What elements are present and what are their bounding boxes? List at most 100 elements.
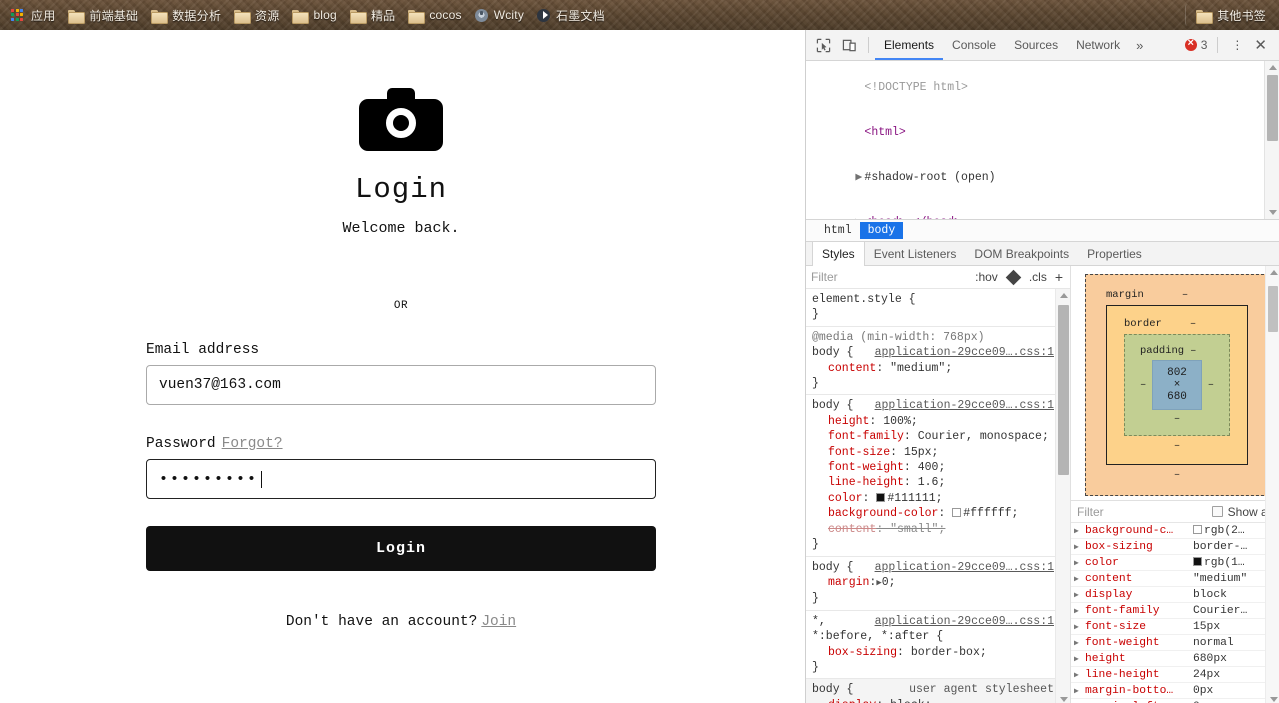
dom-node[interactable]: <!DOCTYPE html> xyxy=(814,65,1279,110)
expand-arrow-icon[interactable]: ▶ xyxy=(1074,638,1085,648)
computed-property-row[interactable]: ▶ margin-left 0px xyxy=(1071,699,1279,703)
css-rule[interactable]: body { application-29cce09….css:1 height… xyxy=(806,395,1070,557)
css-property[interactable]: content xyxy=(812,522,876,537)
computed-property-row[interactable]: ▶ background-c… rgb(2… xyxy=(1071,523,1279,539)
css-value[interactable]: border-box; xyxy=(911,646,987,659)
scroll-up-icon[interactable] xyxy=(1060,293,1068,298)
css-declaration[interactable]: display: block; xyxy=(812,698,1070,703)
css-selector-continued[interactable]: *:before, *:after { xyxy=(812,629,1070,644)
css-source-link[interactable]: application-29cce09….css:1 xyxy=(875,398,1054,413)
css-source-link[interactable]: application-29cce09….css:1 xyxy=(875,560,1054,575)
tab-dom-breakpoints[interactable]: DOM Breakpoints xyxy=(965,242,1078,266)
show-all-checkbox[interactable]: Show all xyxy=(1211,505,1273,519)
more-tabs-icon[interactable]: » xyxy=(1129,38,1150,53)
join-link[interactable]: Join xyxy=(481,614,516,630)
computed-property-row[interactable]: ▶ color rgb(1… xyxy=(1071,555,1279,571)
css-property[interactable]: line-height xyxy=(812,475,904,490)
computed-property-row[interactable]: ▶ font-size 15px xyxy=(1071,619,1279,635)
box-model-border-bottom[interactable]: – xyxy=(1174,440,1180,452)
css-property[interactable]: font-family xyxy=(812,429,904,444)
error-count-badge[interactable]: × 3 xyxy=(1184,37,1207,52)
expand-arrow-icon[interactable]: ▶ xyxy=(1074,542,1085,552)
tab-elements[interactable]: Elements xyxy=(875,30,943,60)
dom-node[interactable]: ▶<head>…</head> xyxy=(814,200,1279,219)
expand-arrow-icon[interactable]: ▶ xyxy=(1074,590,1085,600)
css-selector[interactable]: body { xyxy=(812,399,853,412)
css-value[interactable]: #111111; xyxy=(887,492,942,505)
device-toolbar-icon[interactable] xyxy=(836,33,862,57)
kebab-menu-icon[interactable]: ⋮ xyxy=(1224,38,1250,52)
bookmark-cocos[interactable]: cocos xyxy=(403,4,468,26)
box-model-padding-bottom[interactable]: – xyxy=(1174,413,1180,425)
css-declaration[interactable]: font-family: Courier, monospace; xyxy=(812,429,1070,444)
css-selector[interactable]: *, xyxy=(812,615,826,628)
computed-property-row[interactable]: ▶ content "medium" xyxy=(1071,571,1279,587)
computed-property-row[interactable]: ▶ font-family Courier… xyxy=(1071,603,1279,619)
css-property[interactable]: font-weight xyxy=(812,460,904,475)
box-model-padding-left[interactable]: – xyxy=(1140,379,1146,391)
expand-arrow-icon[interactable]: ▶ xyxy=(1074,574,1085,584)
tab-event-listeners[interactable]: Event Listeners xyxy=(865,242,966,266)
box-model-border-top[interactable]: – xyxy=(1190,318,1196,330)
css-property[interactable]: box-sizing xyxy=(812,645,897,660)
css-value[interactable]: 400; xyxy=(918,461,946,474)
css-value[interactable]: 15px; xyxy=(904,446,939,459)
css-declaration[interactable]: font-size: 15px; xyxy=(812,445,1070,460)
expand-arrow-icon[interactable]: ▶ xyxy=(1074,606,1085,616)
css-value[interactable]: 0; xyxy=(882,576,896,589)
element-state-icon[interactable] xyxy=(1005,269,1022,285)
computed-scrollbar[interactable] xyxy=(1265,266,1279,703)
bookmark-blog[interactable]: blog xyxy=(287,4,344,26)
css-value[interactable]: "small"; xyxy=(890,523,945,536)
css-rule[interactable]: body { application-29cce09….css:1 margin… xyxy=(806,557,1070,611)
computed-property-row[interactable]: ▶ box-sizing border-… xyxy=(1071,539,1279,555)
css-selector[interactable]: body { xyxy=(812,346,853,359)
forgot-password-link[interactable]: Forgot? xyxy=(222,436,283,452)
scroll-up-icon[interactable] xyxy=(1270,270,1278,275)
bookmark-data-analysis[interactable]: 数据分析 xyxy=(146,4,228,26)
css-property[interactable]: content xyxy=(812,361,876,376)
css-declaration[interactable]: content: "medium"; xyxy=(812,361,1070,376)
breadcrumb-html[interactable]: html xyxy=(816,222,860,239)
expand-arrow-icon[interactable]: ▶ xyxy=(1074,686,1085,696)
tab-console[interactable]: Console xyxy=(943,30,1005,60)
scroll-down-icon[interactable] xyxy=(1270,697,1278,702)
css-property[interactable]: color xyxy=(812,491,863,506)
css-selector[interactable]: body { xyxy=(812,561,853,574)
close-icon[interactable]: ✕ xyxy=(1250,36,1273,54)
scroll-down-icon[interactable] xyxy=(1269,210,1277,215)
computed-filter-input[interactable]: Filter xyxy=(1077,505,1212,519)
css-rule[interactable]: element.style { } xyxy=(806,289,1070,327)
computed-property-row[interactable]: ▶ height 680px xyxy=(1071,651,1279,667)
css-value[interactable]: 1.6; xyxy=(918,476,946,489)
expand-arrow-icon[interactable]: ▶ xyxy=(1074,526,1085,536)
css-rule[interactable]: *, application-29cce09….css:1 *:before, … xyxy=(806,611,1070,680)
box-model-content-size[interactable]: 802 × 680 xyxy=(1152,360,1202,410)
inspect-element-icon[interactable] xyxy=(810,33,836,57)
css-declaration[interactable]: height: 100%; xyxy=(812,414,1070,429)
box-model-margin[interactable]: margin – border – padding – – 802 × 680 … xyxy=(1085,274,1269,496)
login-button[interactable]: Login xyxy=(146,526,656,571)
scroll-up-icon[interactable] xyxy=(1269,65,1277,70)
css-declaration[interactable]: font-weight: 400; xyxy=(812,460,1070,475)
css-value[interactable]: block; xyxy=(890,699,931,703)
bookmark-jingpin[interactable]: 精品 xyxy=(345,4,402,26)
box-model-padding-top[interactable]: – xyxy=(1190,345,1196,357)
css-source-link[interactable]: application-29cce09….css:1 xyxy=(875,614,1054,629)
bookmark-wcity[interactable]: Wcity xyxy=(470,4,531,26)
css-declaration-overridden[interactable]: content: "small"; xyxy=(812,522,1070,537)
checkbox-icon[interactable] xyxy=(1211,506,1223,517)
box-model-padding[interactable]: padding – – 802 × 680 – – xyxy=(1124,334,1230,436)
dom-node[interactable]: ▶ #shadow-root (open) xyxy=(814,155,1279,200)
computed-property-row[interactable]: ▶ margin-botto… 0px xyxy=(1071,683,1279,699)
computed-property-row[interactable]: ▶ font-weight normal xyxy=(1071,635,1279,651)
computed-property-row[interactable]: ▶ line-height 24px xyxy=(1071,667,1279,683)
css-declaration[interactable]: color: #111111; xyxy=(812,491,1070,506)
password-input[interactable]: ••••••••• xyxy=(146,459,656,499)
css-source-link[interactable]: application-29cce09….css:1 xyxy=(875,345,1054,360)
css-property[interactable]: background-color xyxy=(812,506,938,521)
email-input[interactable] xyxy=(146,365,656,405)
styles-filter-input[interactable]: Filter xyxy=(811,270,975,284)
css-rule[interactable]: @media (min-width: 768px) body { applica… xyxy=(806,327,1070,396)
other-bookmarks-button[interactable]: 其他书签 xyxy=(1185,4,1272,26)
